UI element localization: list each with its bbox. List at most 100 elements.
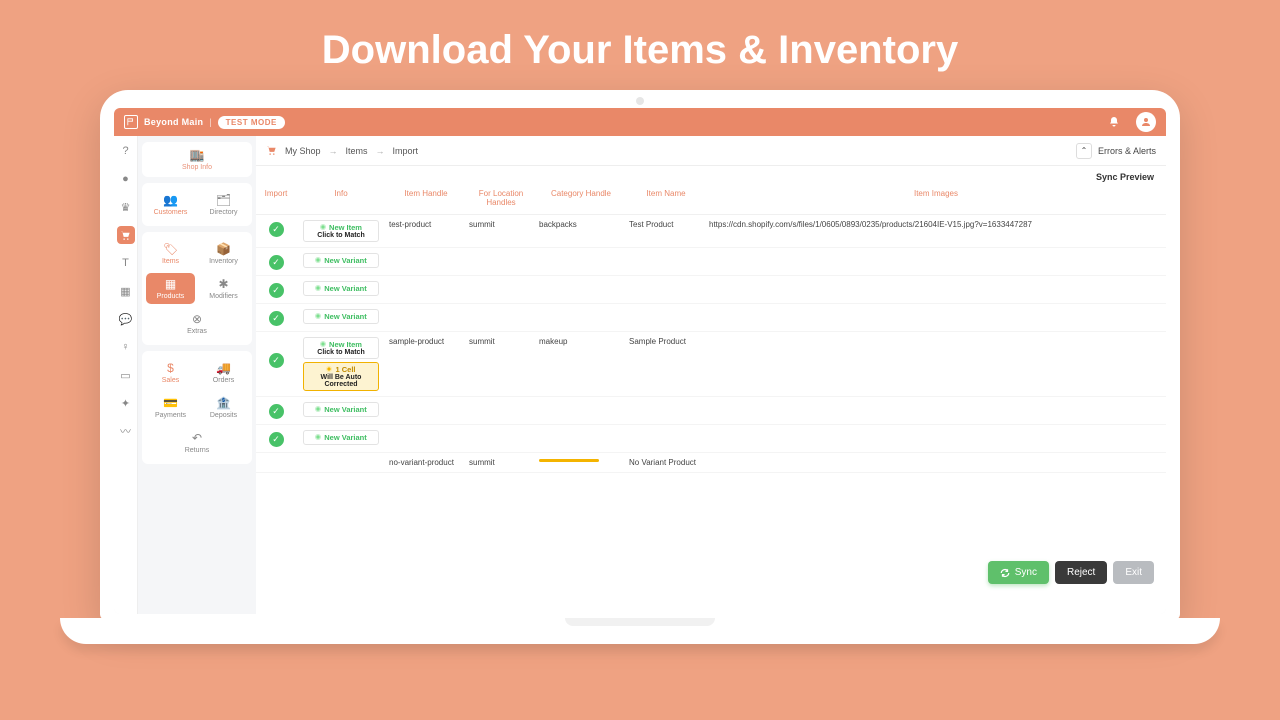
subnav-shop-info[interactable]: 🏬 Shop Info (142, 142, 252, 177)
th-images: Item Images (706, 190, 1166, 199)
rail-calendar-icon[interactable]: ▦ (117, 282, 135, 300)
subnav-extras[interactable]: ⊗Extras (146, 308, 248, 339)
subnav-sales[interactable]: $ Sales (146, 357, 195, 388)
top-bar: Beyond Main | TEST MODE (114, 108, 1166, 136)
subnav-deposits[interactable]: 🏦Deposits (199, 392, 248, 423)
cell-name: No Variant Product (626, 458, 706, 467)
cell-handle: test-product (386, 220, 466, 229)
exit-button[interactable]: Exit (1113, 561, 1154, 584)
avatar-icon[interactable] (1136, 112, 1156, 132)
mode-badge: TEST MODE (218, 116, 285, 129)
pill-sub: Click to Match (308, 232, 374, 239)
chevron-right-icon: → (329, 146, 338, 156)
pill-tag: New Variant (308, 312, 374, 321)
card-icon: 💳 (163, 396, 178, 410)
pill-tag: New Item (308, 223, 374, 232)
check-icon[interactable]: ✓ (269, 283, 284, 298)
crumb-items[interactable]: Items (346, 146, 368, 156)
cell-category: makeup (536, 337, 626, 346)
cell-location: summit (466, 458, 536, 467)
refresh-icon (1000, 568, 1010, 578)
logo-icon (124, 115, 138, 129)
check-icon[interactable]: ✓ (269, 255, 284, 270)
table-row: ✓ New Item Click to Match test-product s… (256, 215, 1166, 248)
table-row: ✓ New Variant (256, 397, 1166, 425)
rail-megaphone-icon[interactable]: ✦ (117, 394, 135, 412)
new-variant-pill[interactable]: New Variant (303, 309, 379, 324)
subnav-label: Deposits (210, 412, 237, 419)
subnav-customers[interactable]: 👥 Customers (146, 189, 195, 220)
warning-pill[interactable]: 1 Cell Will Be Auto Corrected (303, 362, 379, 391)
bell-icon[interactable] (1104, 112, 1124, 132)
new-variant-pill[interactable]: New Variant (303, 430, 379, 445)
new-variant-pill[interactable]: New Variant (303, 281, 379, 296)
subnav-label: Items (162, 258, 179, 265)
pill-sub: Will Be Auto Corrected (308, 374, 374, 388)
subnav-label: Sales (162, 377, 180, 384)
th-import: Import (256, 190, 296, 199)
pill-tag: New Variant (308, 256, 374, 265)
new-variant-pill[interactable]: New Variant (303, 402, 379, 417)
breadcrumb: My Shop → Items → Import ⌃ Errors & Aler… (256, 136, 1166, 166)
subnav-orders[interactable]: 🚚Orders (199, 357, 248, 388)
tag-icon: 🏷 (163, 242, 178, 256)
new-item-pill[interactable]: New Item Click to Match (303, 337, 379, 359)
th-info: Info (296, 190, 386, 199)
subnav-payments[interactable]: 💳Payments (146, 392, 195, 423)
subnav-products[interactable]: ▦Products (146, 273, 195, 304)
th-location: For Location Handles (466, 190, 536, 208)
pill-tag: New Variant (308, 433, 374, 442)
circle-x-icon: ⊗ (192, 312, 202, 326)
rail-globe-icon[interactable]: ● (117, 170, 135, 188)
pill-tag: 1 Cell (308, 365, 374, 374)
table-row: ✓ New Variant (256, 304, 1166, 332)
rail-help-icon[interactable]: ? (117, 142, 135, 160)
check-icon[interactable]: ✓ (269, 311, 284, 326)
table-header: Import Info Item Handle For Location Han… (256, 184, 1166, 215)
th-category: Category Handle (536, 190, 626, 199)
subnav-label: Customers (154, 209, 188, 216)
new-item-pill[interactable]: New Item Click to Match (303, 220, 379, 242)
laptop-frame: Beyond Main | TEST MODE ? ● ♛ (100, 90, 1180, 644)
rail-analytics-icon[interactable]: 〰 (117, 422, 135, 440)
crumb-import: Import (393, 146, 419, 156)
rail-award-icon[interactable]: ♀ (117, 338, 135, 356)
check-icon[interactable]: ✓ (269, 404, 284, 419)
check-icon[interactable]: ✓ (269, 432, 284, 447)
folder-icon: 🗂 (216, 193, 231, 207)
cell-name: Test Product (626, 220, 706, 229)
undo-icon: ↶ (192, 431, 202, 445)
new-variant-pill[interactable]: New Variant (303, 253, 379, 268)
cell-location: summit (466, 337, 536, 346)
subnav-returns[interactable]: ↶ Returns (146, 427, 248, 458)
rail-crown-icon[interactable]: ♛ (117, 198, 135, 216)
cell-handle: no-variant-product (386, 458, 466, 467)
table-row: ✓ New Variant (256, 276, 1166, 304)
hero-title: Download Your Items & Inventory (0, 0, 1280, 73)
rail-chat-icon[interactable]: 💬 (117, 310, 135, 328)
rail-cart-icon[interactable] (117, 226, 135, 244)
rail-text-icon[interactable]: T (117, 254, 135, 272)
pill-tag: New Item (308, 340, 374, 349)
collapse-toggle[interactable]: ⌃ (1076, 143, 1092, 159)
subnav-inventory[interactable]: 📦Inventory (199, 238, 248, 269)
rail-card-icon[interactable]: ▭ (117, 366, 135, 384)
sync-button[interactable]: Sync (988, 561, 1049, 584)
subnav-modifiers[interactable]: ✱Modifiers (199, 273, 248, 304)
crumb-root[interactable]: My Shop (285, 146, 321, 156)
subnav-label: Returns (185, 447, 210, 454)
errors-alerts-label[interactable]: Errors & Alerts (1098, 146, 1156, 156)
subnav-directory[interactable]: 🗂 Directory (199, 189, 248, 220)
cell-image: https://cdn.shopify.com/s/files/1/0605/0… (706, 220, 1166, 229)
reject-button[interactable]: Reject (1055, 561, 1107, 584)
th-item-name: Item Name (626, 190, 706, 199)
warning-bar (539, 459, 599, 462)
sub-nav: 🏬 Shop Info 👥 Customers 🗂 Directory 🏷 Items… (138, 136, 256, 614)
check-icon[interactable]: ✓ (269, 353, 284, 368)
subnav-label: Directory (209, 209, 237, 216)
subnav-items[interactable]: 🏷 Items (146, 238, 195, 269)
dollar-icon: $ (167, 361, 174, 375)
check-icon[interactable]: ✓ (269, 222, 284, 237)
people-icon: 👥 (163, 193, 178, 207)
table-row: no-variant-product summit No Variant Pro… (256, 453, 1166, 473)
